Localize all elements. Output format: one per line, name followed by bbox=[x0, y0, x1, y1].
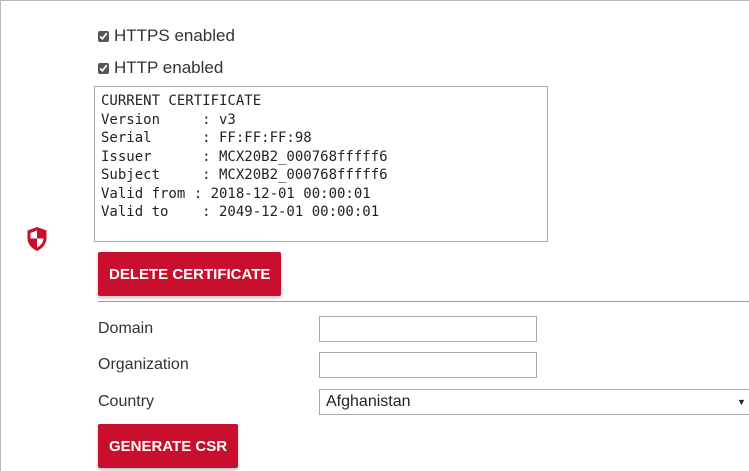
country-select[interactable]: Afghanistan bbox=[319, 389, 749, 415]
organization-input[interactable] bbox=[319, 352, 537, 378]
http-enabled-checkbox[interactable] bbox=[98, 62, 109, 74]
current-certificate-textarea[interactable]: CURRENT CERTIFICATE Version : v3 Serial … bbox=[94, 86, 548, 242]
http-enabled-label: HTTP enabled bbox=[114, 58, 224, 77]
security-settings-panel: HTTPS enabled HTTP enabled CURRENT CERTI… bbox=[0, 0, 749, 471]
shield-icon bbox=[27, 227, 47, 251]
country-select-value: Afghanistan bbox=[326, 393, 411, 410]
organization-label: Organization bbox=[98, 356, 189, 373]
https-enabled-checkbox[interactable] bbox=[98, 30, 109, 42]
http-enabled-option[interactable]: HTTP enabled bbox=[98, 58, 223, 78]
domain-input[interactable] bbox=[319, 316, 537, 342]
dropdown-arrow-icon[interactable]: ▼ bbox=[737, 397, 746, 407]
domain-label: Domain bbox=[98, 320, 154, 337]
section-divider bbox=[98, 301, 749, 302]
https-enabled-label: HTTPS enabled bbox=[114, 26, 235, 45]
delete-certificate-button[interactable]: DELETE CERTIFICATE bbox=[98, 252, 282, 296]
generate-csr-button[interactable]: GENERATE CSR bbox=[98, 424, 239, 468]
https-enabled-option[interactable]: HTTPS enabled bbox=[98, 26, 235, 46]
country-label: Country bbox=[98, 393, 155, 410]
